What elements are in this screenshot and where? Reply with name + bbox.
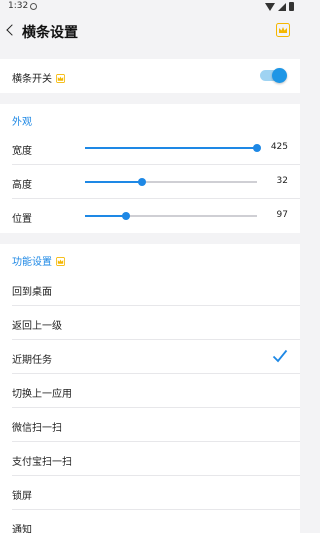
- bar-switch-row[interactable]: 横条开关: [12, 59, 300, 93]
- width-slider[interactable]: [85, 144, 261, 152]
- crown-icon[interactable]: [276, 23, 290, 37]
- checkmark-icon: [272, 349, 288, 363]
- settings-status-icon: [30, 3, 37, 10]
- battery-icon: [289, 2, 294, 11]
- height-slider[interactable]: [85, 178, 257, 186]
- function-item[interactable]: 返回上一级: [12, 306, 300, 340]
- status-time: 1:32: [8, 1, 29, 11]
- function-item-label: 锁屏: [12, 491, 32, 502]
- function-item-label: 回到桌面: [12, 287, 52, 298]
- function-item-label: 支付宝扫一扫: [12, 457, 72, 468]
- function-item[interactable]: 锁屏: [12, 476, 300, 510]
- appearance-section: 外观 宽度 425 高度 32 位置 97: [0, 104, 300, 233]
- slider-knob[interactable]: [137, 178, 146, 186]
- page-title: 横条设置: [22, 25, 78, 41]
- function-item[interactable]: 回到桌面: [12, 272, 300, 306]
- bar-switch-label: 横条开关: [12, 74, 52, 85]
- function-item[interactable]: 微信扫一扫: [12, 408, 300, 442]
- function-item[interactable]: 支付宝扫一扫: [12, 442, 300, 476]
- slider-knob[interactable]: [253, 144, 261, 152]
- signal-icon: [278, 2, 286, 11]
- app-bar: 横条设置: [0, 14, 300, 48]
- status-bar: 1:32: [0, 0, 300, 14]
- slider-row: 宽度 425: [12, 131, 300, 165]
- slider-row: 位置 97: [12, 199, 300, 233]
- bar-switch-toggle[interactable]: [260, 68, 287, 83]
- function-item-label: 切换上一应用: [12, 389, 72, 400]
- slider-knob[interactable]: [122, 212, 131, 220]
- slider-label: 高度: [12, 180, 32, 191]
- slider-label: 宽度: [12, 146, 32, 157]
- crown-icon: [56, 257, 65, 266]
- function-item-label: 微信扫一扫: [12, 423, 62, 434]
- function-item[interactable]: 通知: [12, 510, 300, 533]
- appearance-header: 外观: [12, 117, 32, 128]
- wifi-icon: [265, 2, 275, 11]
- slider-row: 高度 32: [12, 165, 300, 199]
- function-header: 功能设置: [12, 257, 52, 268]
- function-item[interactable]: 切换上一应用: [12, 374, 300, 408]
- slider-value: 32: [276, 176, 288, 186]
- toggle-section: 横条开关: [0, 59, 300, 93]
- status-icons: [265, 2, 294, 11]
- function-item-label: 通知: [12, 525, 32, 533]
- slider-value: 97: [276, 210, 288, 220]
- function-item-label: 返回上一级: [12, 321, 62, 332]
- function-item[interactable]: 近期任务: [12, 340, 300, 374]
- slider-value: 425: [270, 142, 288, 152]
- function-section: 功能设置 回到桌面返回上一级近期任务切换上一应用 微信扫一扫支付宝扫一扫 锁屏通知: [0, 244, 300, 533]
- function-item-label: 近期任务: [12, 355, 52, 366]
- slider-label: 位置: [12, 214, 32, 225]
- back-icon[interactable]: [6, 24, 18, 36]
- crown-icon: [56, 74, 65, 83]
- position-slider[interactable]: [85, 212, 257, 220]
